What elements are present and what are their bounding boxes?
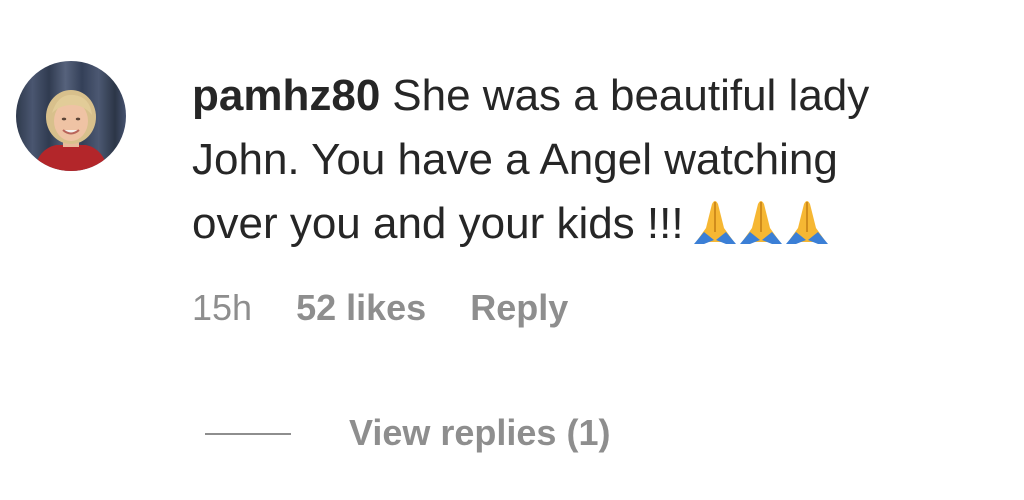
comment-text-line2: John. You have a Angel watching <box>192 135 838 184</box>
reply-button[interactable]: Reply <box>470 287 568 328</box>
folded-hands-icon <box>739 201 782 244</box>
avatar[interactable] <box>16 61 126 171</box>
comment-text-line1: She was a beautiful lady <box>392 71 870 120</box>
folded-hands-emoji-group <box>692 196 830 262</box>
comment-timestamp[interactable]: 15h <box>192 287 252 328</box>
comment-meta: 15h 52 likes Reply <box>192 283 568 333</box>
comment-text-line3: over you and your kids !!! <box>192 199 684 248</box>
comment-text: pamhz80 She was a beautiful lady John. Yo… <box>192 64 992 262</box>
user-avatar-image <box>16 61 126 171</box>
likes-count[interactable]: 52 likes <box>296 287 426 328</box>
username-link[interactable]: pamhz80 <box>192 71 380 120</box>
comment-item: pamhz80 She was a beautiful lady John. Yo… <box>0 0 1024 500</box>
view-replies-button[interactable]: View replies (1) <box>349 408 610 458</box>
folded-hands-icon <box>785 201 828 244</box>
view-replies-divider <box>205 433 291 435</box>
folded-hands-icon <box>693 201 736 244</box>
